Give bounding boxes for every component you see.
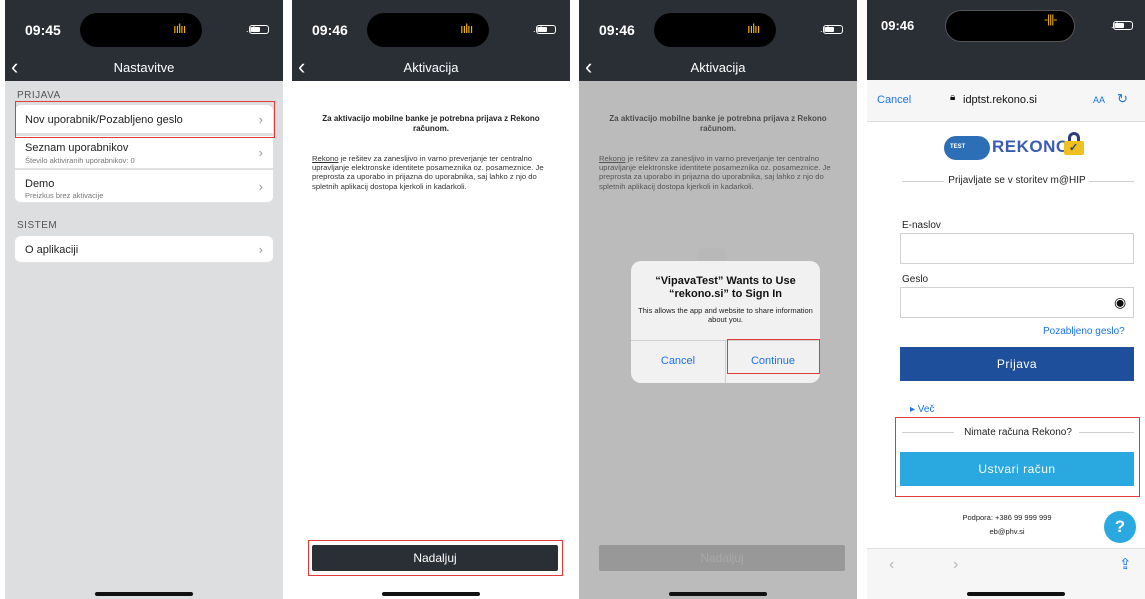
help-icon[interactable]: ? <box>1104 511 1136 543</box>
alert-message: This allows the app and website to share… <box>638 306 813 324</box>
padlock-icon <box>1064 132 1084 156</box>
browser-url: idptst.rekono.si <box>963 94 1037 106</box>
highlight-box <box>15 101 275 138</box>
chevron-right-icon: › <box>258 145 263 160</box>
highlight-box <box>727 339 820 374</box>
battery-icon <box>536 25 556 34</box>
highlight-box <box>308 540 563 576</box>
section-label-sistem: SISTEM <box>17 220 58 231</box>
activation-description-text: je rešitev za zanesljivo in varno prever… <box>312 154 544 191</box>
home-indicator <box>95 592 193 596</box>
nav-bar: ‹ Aktivacija <box>579 55 857 81</box>
reload-icon[interactable]: ↻ <box>1117 91 1128 107</box>
page-title: Aktivacija <box>403 60 459 75</box>
activation-content: Za aktivacijo mobilne banke je potrebna … <box>292 81 570 599</box>
logo-test-label: TEST <box>950 144 966 150</box>
password-label: Geslo <box>902 274 929 285</box>
page-title: Aktivacija <box>690 60 746 75</box>
rekono-logo: TEST REKONO <box>942 122 1084 167</box>
status-time: 09:46 <box>599 22 635 38</box>
password-field[interactable] <box>900 287 1134 318</box>
home-indicator <box>669 592 767 596</box>
sheet-backdrop <box>867 47 1145 80</box>
nav-bar: ‹ Aktivacija <box>292 55 570 81</box>
logo-wordmark: REKONO <box>992 137 1070 156</box>
rekono-link[interactable]: Rekono <box>312 154 339 163</box>
chevron-right-icon: › <box>258 179 263 194</box>
forward-arrow-icon[interactable]: › <box>953 556 958 574</box>
settings-item-label: Seznam uporabnikov <box>25 142 129 154</box>
audio-wave-icon: ıılıı <box>173 21 186 36</box>
audio-wave-icon: ıılıı <box>747 21 760 36</box>
email-field[interactable] <box>900 233 1134 264</box>
status-bar: 09:46 -|||- .ıl <box>867 0 1145 47</box>
phone-settings: 09:45 ıılıı .ıl ‹ Nastavitve PRIJAVA Nov… <box>5 0 283 599</box>
login-subtitle: Prijavljate se v storitev m@HIP <box>948 175 1086 186</box>
chevron-right-icon: › <box>258 242 263 257</box>
share-icon[interactable]: ⇪ <box>1119 555 1132 573</box>
eye-icon[interactable]: ◉ <box>1114 294 1126 311</box>
screenshot-stage: 09:45 ıılıı .ıl ‹ Nastavitve PRIJAVA Nov… <box>0 0 1145 599</box>
lock-icon: 🔒︎ <box>950 92 956 103</box>
status-bar: 09:45 ıılıı .ıl <box>5 0 283 55</box>
home-indicator <box>382 592 480 596</box>
back-arrow-icon[interactable]: ‹ <box>889 556 894 574</box>
more-toggle[interactable]: ▸ Več <box>910 404 934 415</box>
email-label: E-naslov <box>902 220 941 231</box>
battery-icon <box>823 25 843 34</box>
support-info: Podpora: +386 99 999 999 eb@phv.si <box>927 511 1087 539</box>
battery-icon <box>249 25 269 34</box>
home-indicator <box>967 592 1065 596</box>
phone-rekono-login: 09:46 -|||- .ıl Cancel 🔒︎ idptst.rekono.… <box>867 0 1145 599</box>
support-phone: Podpora: +386 99 999 999 <box>962 513 1052 522</box>
audio-wave-icon: -|||- <box>1044 12 1057 26</box>
highlight-box <box>895 417 1140 497</box>
login-button[interactable]: Prijava <box>900 347 1134 381</box>
settings-item-user-list[interactable]: Seznam uporabnikov Število aktiviranih u… <box>15 136 273 169</box>
phone-activation: 09:46 ıılıı .ıl ‹ Aktivacija Za aktivaci… <box>292 0 570 599</box>
alert-title: “VipavaTest” Wants to Use “rekono.si” to… <box>655 275 796 300</box>
settings-item-demo[interactable]: Demo Preizkus brez aktivacije › <box>15 170 273 203</box>
browser-cancel-button[interactable]: Cancel <box>877 94 911 106</box>
settings-item-sub: Preizkus brez aktivacije <box>25 191 104 200</box>
status-time: 09:45 <box>25 22 61 38</box>
nav-bar: ‹ Nastavitve <box>5 55 283 81</box>
support-email: eb@phv.si <box>989 527 1025 536</box>
status-bar: 09:46 ıılıı .ıl <box>579 0 857 55</box>
status-bar: 09:46 ıılıı .ıl <box>292 0 570 55</box>
activation-heading: Za aktivacijo mobilne banke je potrebna … <box>322 114 540 133</box>
status-time: 09:46 <box>312 22 348 38</box>
settings-item-about[interactable]: O aplikaciji › <box>15 236 273 263</box>
audio-wave-icon: ıılıı <box>460 21 473 36</box>
phone-activation-alert: 09:46 ıılıı .ıl ‹ Aktivacija Za aktivaci… <box>579 0 857 599</box>
forgot-password-link[interactable]: Pozabljeno geslo? <box>1043 326 1125 337</box>
text-size-button[interactable]: AA <box>1093 95 1105 105</box>
settings-item-label: O aplikaciji <box>25 244 79 256</box>
battery-icon <box>1113 21 1133 30</box>
section-label-prijava: PRIJAVA <box>17 90 61 101</box>
settings-item-sub: Število aktiviranih uporabnikov: 0 <box>25 156 135 165</box>
page-title: Nastavitve <box>113 60 175 75</box>
settings-item-label: Demo <box>25 178 55 190</box>
alert-cancel-button[interactable]: Cancel <box>631 340 725 383</box>
browser-bar: Cancel 🔒︎ idptst.rekono.si AA ↻ <box>867 80 1145 122</box>
status-time: 09:46 <box>881 18 915 33</box>
activation-description: Rekono je rešitev za zanesljivo in varno… <box>312 154 552 191</box>
